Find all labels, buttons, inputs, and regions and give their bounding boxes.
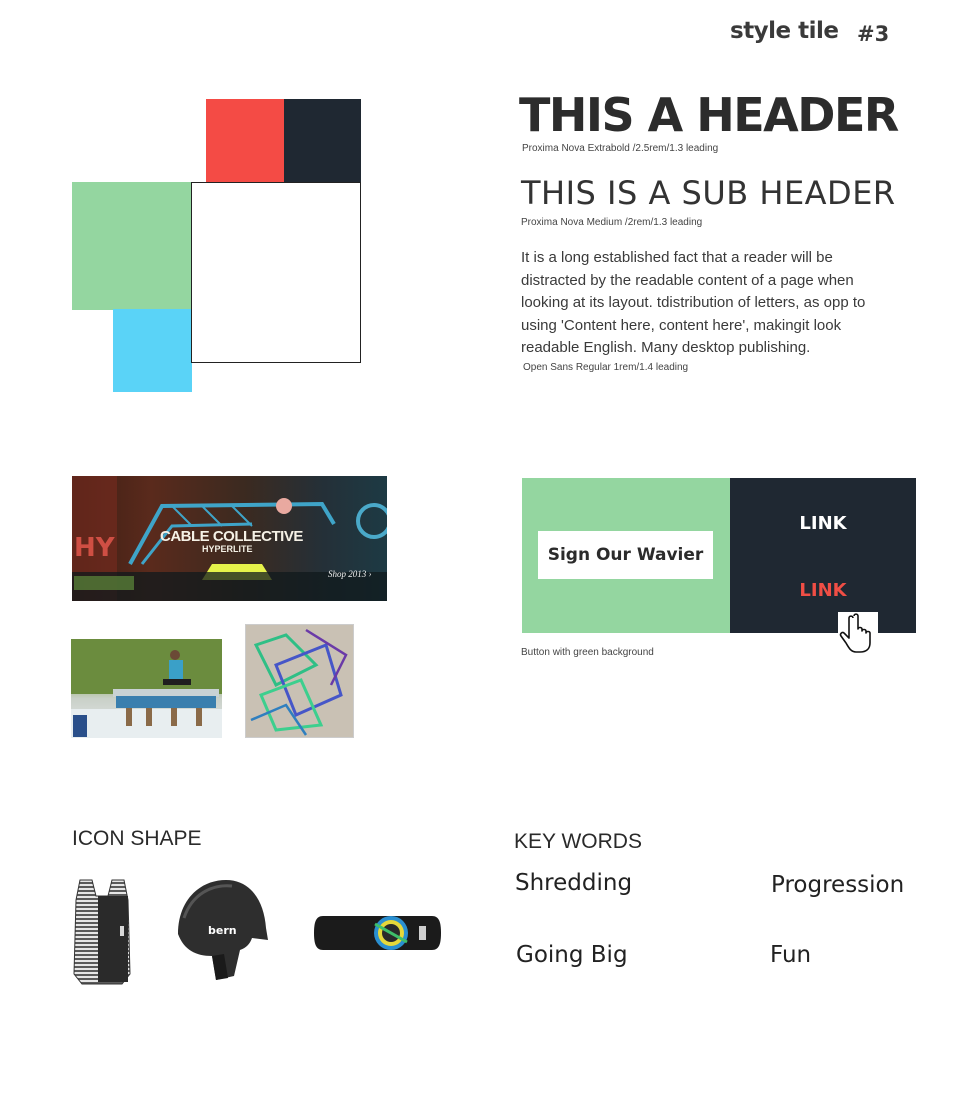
header-caption: Proxima Nova Extrabold /2.5rem/1.3 leadi… (522, 143, 719, 154)
rail-photo-graphic (71, 639, 222, 738)
sign-waiver-button[interactable]: Sign Our Wavier (538, 531, 713, 579)
banner-title: CABLE COLLECTIVE (160, 528, 303, 545)
keyword-going-big: Going Big (516, 942, 628, 968)
keyword-progression: Progression (771, 872, 905, 898)
button-caption: Button with green background (521, 647, 654, 658)
swatch-blue (113, 309, 192, 392)
vest-icon (72, 878, 132, 986)
swatch-white (191, 182, 361, 363)
tow-ropes-photo (245, 624, 354, 738)
style-tile-number: #3 (857, 22, 890, 46)
sample-subheader: THIS IS A SUB HEADER (521, 174, 896, 212)
helmet-icon: bern (172, 878, 270, 984)
wakeboard-icon (313, 910, 442, 956)
sample-body-text: It is a long established fact that a rea… (521, 249, 866, 357)
sample-header: THIS A HEADER (519, 88, 899, 142)
ropes-graphic (250, 628, 348, 736)
body-caption: Open Sans Regular 1rem/1.4 leading (523, 362, 689, 373)
subheader-caption: Proxima Nova Medium /2rem/1.3 leading (521, 217, 703, 228)
banner-brand: HYPERLITE (202, 544, 253, 554)
link-default[interactable]: LINK (730, 513, 916, 534)
style-tile-title: style tile (730, 18, 839, 44)
wakeskate-rail-photo (71, 639, 222, 738)
svg-text:HY: HY (74, 533, 116, 563)
dark-link-background (730, 478, 916, 633)
hand-pointer-icon (838, 612, 878, 654)
svg-text:bern: bern (208, 924, 237, 937)
cable-collective-banner-image: HY CABLE COLLECTIVE HYPERLITE Shop 2013 … (72, 476, 387, 601)
keyword-fun: Fun (770, 942, 812, 968)
swatch-red (206, 99, 285, 183)
icon-shape-heading: ICON SHAPE (72, 827, 202, 850)
banner-shop-link[interactable]: Shop 2013 › (328, 569, 372, 579)
link-hover[interactable]: LINK (730, 580, 916, 601)
keyword-shredding: Shredding (515, 870, 633, 896)
key-words-heading: KEY WORDS (514, 830, 642, 853)
swatch-dark (284, 99, 361, 183)
swatch-green (72, 182, 192, 310)
